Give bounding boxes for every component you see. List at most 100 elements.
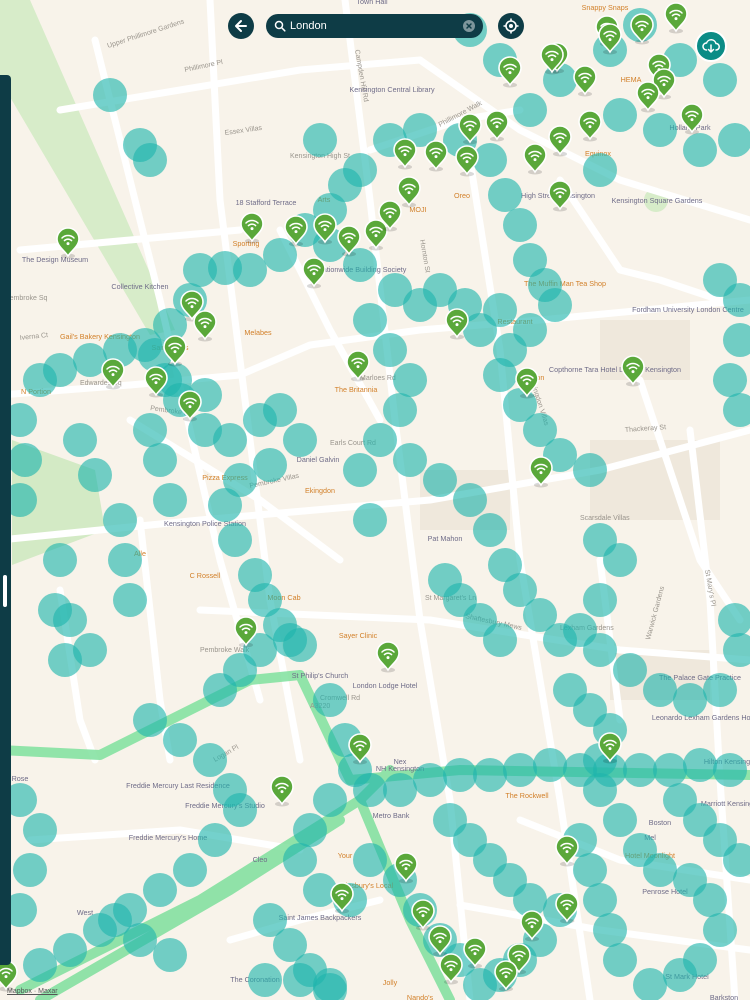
map-attribution[interactable]: Mapbox · Maxar — [7, 988, 58, 995]
poi-label: Kensington Central Library — [349, 85, 435, 94]
map-canvas[interactable]: Upper Phillimore GardensPhillimore PlEss… — [0, 0, 750, 1000]
poi-label: Boston — [649, 818, 671, 827]
poi-label: The Britannia — [335, 385, 378, 394]
coverage-spot — [313, 783, 347, 817]
poi-label: Collective Kitchen — [111, 282, 168, 291]
road-label: Scarsdale Villas — [580, 515, 630, 522]
poi-label: Melabes — [244, 328, 272, 337]
poi-label: The Design Museum — [22, 255, 88, 264]
coverage-spot — [683, 133, 717, 167]
poi-label: St Philip's Church — [292, 671, 349, 680]
close-icon — [466, 23, 472, 29]
search-input[interactable] — [290, 20, 440, 32]
coverage-spot — [23, 948, 57, 982]
coverage-spot — [713, 363, 747, 397]
coverage-spot — [183, 253, 217, 287]
coverage-spot — [583, 633, 617, 667]
coverage-spot — [353, 773, 387, 807]
coverage-spot — [13, 853, 47, 887]
road-label: Pembroke Sq — [5, 295, 48, 302]
coverage-spot — [43, 353, 77, 387]
coverage-spot — [93, 78, 127, 112]
coverage-spot — [273, 623, 307, 657]
poi-label: Cleo — [253, 855, 268, 864]
poi-label: Your — [338, 851, 353, 860]
coverage-spot — [488, 178, 522, 212]
coverage-spot — [218, 523, 252, 557]
coverage-spot — [293, 813, 327, 847]
coverage-spot — [613, 653, 647, 687]
coverage-spot — [128, 328, 162, 362]
poi-label: C Rossell — [190, 571, 221, 580]
coverage-spot — [343, 153, 377, 187]
coverage-spot — [573, 453, 607, 487]
coverage-spot — [143, 873, 177, 907]
coverage-spot — [173, 853, 207, 887]
coverage-spot — [473, 758, 507, 792]
poi-label: Ekingdon — [305, 486, 335, 495]
poi-label: Nando's — [407, 993, 434, 1000]
clear-search-button[interactable] — [463, 20, 475, 32]
coverage-spot — [53, 933, 87, 967]
coverage-spot — [153, 938, 187, 972]
coverage-spot — [198, 823, 232, 857]
coverage-spot — [353, 843, 387, 877]
coverage-spot — [193, 743, 227, 777]
poi-label: 18 Stafford Terrace — [236, 198, 297, 207]
coverage-spot — [383, 393, 417, 427]
coverage-spot — [283, 843, 317, 877]
coverage-spot — [48, 643, 82, 677]
poi-label: Sayer Clinic — [339, 631, 378, 640]
coverage-spot — [503, 208, 537, 242]
coverage-spot — [353, 303, 387, 337]
coverage-spot — [283, 963, 317, 997]
poi-label: The Rockwell — [505, 791, 549, 800]
locate-button[interactable] — [498, 13, 524, 39]
search-icon — [274, 20, 286, 32]
road-label: Marloes Rd — [360, 375, 396, 382]
coverage-spot — [603, 943, 637, 977]
coverage-spot — [63, 423, 97, 457]
coverage-spot — [603, 803, 637, 837]
poi-label: Jolly — [383, 978, 398, 987]
coverage-spot — [363, 423, 397, 457]
poi-label: Town Hall — [356, 0, 388, 6]
coverage-spot — [353, 503, 387, 537]
coverage-spot — [593, 913, 627, 947]
coverage-spot — [713, 753, 747, 787]
poi-label: Snappy Snaps — [582, 3, 629, 12]
poi-label: Kensington Square Gardens — [612, 196, 703, 205]
side-panel[interactable] — [0, 75, 11, 965]
back-button[interactable] — [228, 13, 254, 39]
coverage-spot — [38, 593, 72, 627]
coverage-spot — [473, 513, 507, 547]
coverage-spot — [208, 488, 242, 522]
coverage-spot — [123, 923, 157, 957]
coverage-spot — [108, 543, 142, 577]
search-bar[interactable] — [266, 14, 483, 38]
coverage-spot — [143, 443, 177, 477]
coverage-spot — [483, 623, 517, 657]
coverage-spot — [583, 773, 617, 807]
coverage-spot — [643, 673, 677, 707]
drag-handle[interactable] — [3, 575, 7, 607]
coverage-spot — [413, 763, 447, 797]
coverage-spot — [653, 753, 687, 787]
arrow-left-icon — [235, 20, 247, 32]
coverage-spot — [643, 853, 677, 887]
download-map-button[interactable] — [695, 30, 727, 62]
poi-label: Freddie Mercury's Home — [129, 833, 207, 842]
poi-label: London Lodge Hotel — [353, 681, 418, 690]
coverage-spot — [703, 913, 737, 947]
coverage-spot — [683, 748, 717, 782]
coverage-spot — [133, 413, 167, 447]
coverage-spot — [153, 483, 187, 517]
coverage-spot — [303, 123, 337, 157]
coverage-spot — [283, 423, 317, 457]
coverage-spot — [373, 333, 407, 367]
coverage-spot — [483, 358, 517, 392]
coverage-spot — [248, 963, 282, 997]
coverage-spot — [483, 293, 517, 327]
poi-label: Pat Mahon — [428, 534, 463, 543]
coverage-spot — [343, 453, 377, 487]
